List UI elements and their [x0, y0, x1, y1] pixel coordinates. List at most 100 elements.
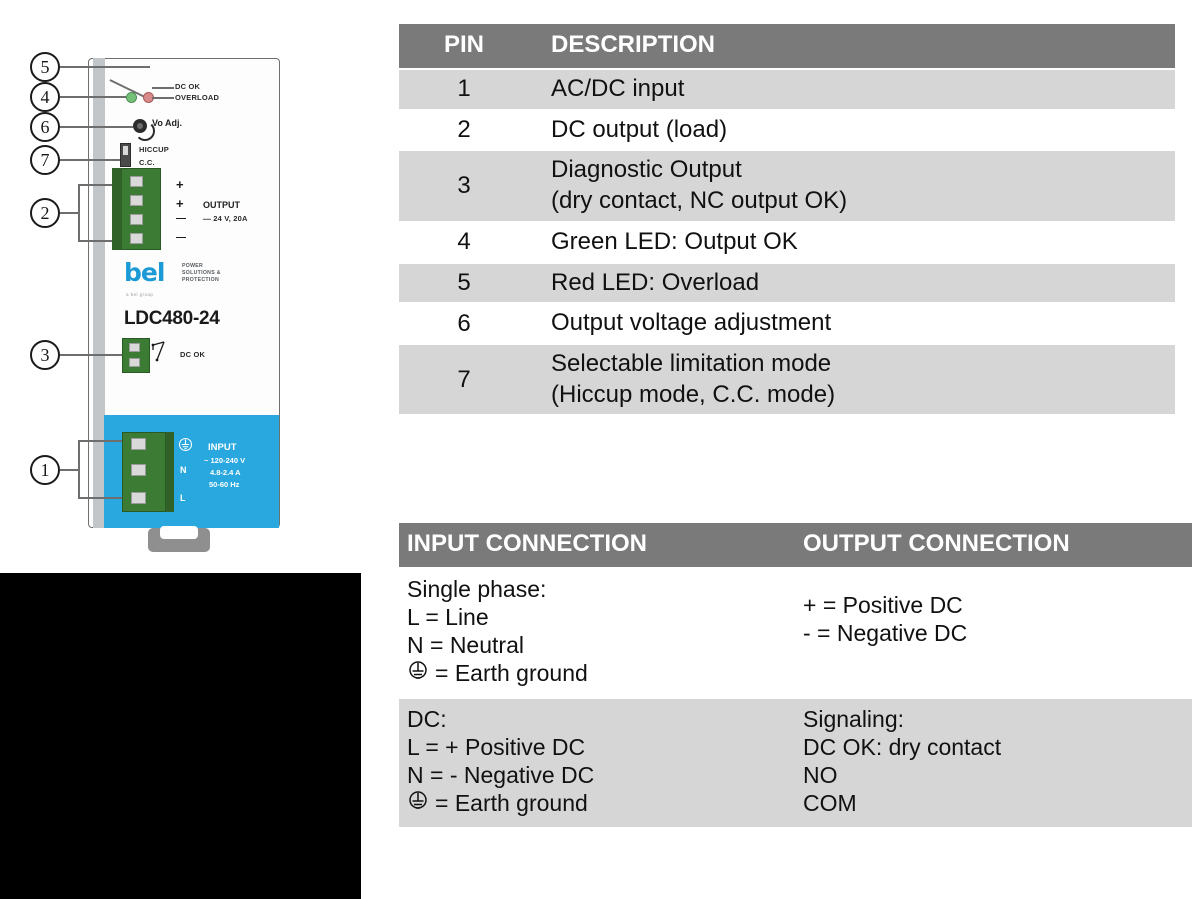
- callout-4-leader-line: [60, 96, 128, 98]
- pin-description-line1: AC/DC input: [551, 75, 685, 102]
- black-filler-block: [0, 573, 361, 899]
- pin-table-header-row: PIN DESCRIPTION: [399, 24, 1175, 70]
- callout-1-leader-line: [60, 469, 78, 471]
- pin-column-header: PIN: [399, 24, 529, 70]
- hiccup-cc-selector-switch: [120, 143, 131, 167]
- table-row: 6 Output voltage adjustment: [399, 303, 1175, 346]
- earth-ground-icon-device: [178, 437, 193, 452]
- cc-label: C.C.: [139, 158, 155, 167]
- dc-ok-screw-1: [129, 343, 140, 352]
- callout-5: 5: [30, 52, 60, 82]
- description-column-header: DESCRIPTION: [529, 24, 1175, 70]
- output-pin-sign-1: +: [176, 177, 184, 192]
- input-pin-line-label: L: [180, 493, 186, 503]
- table-row: 3 Diagnostic Output (dry contact, NC out…: [399, 150, 1175, 223]
- output-screw-4: [130, 233, 143, 244]
- output-pin-sign-2: +: [176, 196, 184, 211]
- pin-description-line1: Output voltage adjustment: [551, 309, 832, 337]
- dc-input-line4-text: = Earth ground: [435, 790, 588, 817]
- callout-1: 1: [30, 455, 60, 485]
- output-connection-column-header: OUTPUT CONNECTION: [789, 523, 1192, 569]
- dc-symbol-output: ⎯⎯: [203, 214, 211, 223]
- table-row: 4 Green LED: Output OK: [399, 221, 1175, 264]
- callout-2: 2: [30, 198, 60, 228]
- signaling-line3: NO: [803, 762, 838, 789]
- output-pin-sign-4: —: [176, 232, 186, 243]
- callout-6: 6: [30, 112, 60, 142]
- input-screw-line: [131, 492, 146, 504]
- output-spec-label: ⎯⎯ 24 V, 20A: [203, 214, 248, 224]
- pin-description: Green LED: Output OK: [529, 221, 1175, 264]
- pin-number: 2: [399, 109, 529, 152]
- input-title-label: INPUT: [208, 442, 237, 453]
- model-name-label: LDC480-24: [124, 308, 220, 329]
- bel-tagline-line2: SOLUTIONS &: [182, 270, 221, 277]
- bel-group-text: a bel group: [126, 292, 154, 297]
- pin-description: Selectable limitation mode (Hiccup mode,…: [529, 344, 1175, 417]
- table-row: 2 DC output (load): [399, 109, 1175, 152]
- dc-ok-screw-2: [129, 358, 140, 367]
- dc-input-line3: N = - Negative DC: [407, 762, 595, 789]
- output-pin-sign-3: —: [176, 213, 186, 224]
- pin-description-line1: Green LED: Output OK: [551, 227, 798, 255]
- output-screw-3: [130, 214, 143, 225]
- dc-output-connection-cell: + = Positive DC - = Negative DC: [789, 568, 1192, 700]
- callout-6-leader-line: [60, 126, 133, 128]
- output-spec-text: 24 V, 20A: [213, 214, 248, 223]
- ac-input-line3: N = Neutral: [407, 632, 524, 659]
- hiccup-label: HICCUP: [139, 145, 169, 154]
- connection-table-header-row: INPUT CONNECTION OUTPUT CONNECTION: [399, 523, 1192, 569]
- overload-led-label: OVERLOAD: [175, 93, 220, 102]
- pin-description-line2: (dry contact, NC output OK): [551, 187, 848, 215]
- dc-input-line2: L = + Positive DC: [407, 734, 586, 761]
- table-row: DC: L = + Positive DC N = - Negative DC …: [399, 698, 1192, 830]
- pin-number: 3: [399, 150, 529, 223]
- bel-tagline-line1: POWER: [182, 263, 204, 269]
- pin-number: 4: [399, 221, 529, 264]
- input-connection-column-header: INPUT CONNECTION: [399, 523, 789, 569]
- earth-ground-icon: [409, 661, 427, 679]
- input-voltage-text: 120-240 V: [210, 456, 246, 465]
- output-title-label: OUTPUT: [203, 200, 240, 210]
- callout-1-bracket: [78, 440, 80, 498]
- table-row: 5 Red LED: Overload: [399, 262, 1175, 305]
- callout-2-leader-line: [60, 212, 78, 214]
- input-terminal-shroud: [166, 432, 174, 512]
- pin-number: 1: [399, 69, 529, 111]
- din-rail-clip: [148, 526, 210, 552]
- table-row: Single phase: L = Line N = Neutral = Ear…: [399, 568, 1192, 700]
- dc-ok-signal-label: DC OK: [180, 350, 206, 359]
- input-pin-neutral-label: N: [180, 465, 187, 475]
- signaling-line1: Signaling:: [803, 706, 905, 733]
- pin-description: Red LED: Overload: [529, 262, 1175, 305]
- pin-description-line1: Red LED: Overload: [551, 268, 760, 296]
- input-current-label: 4.8-2.4 A: [210, 468, 241, 477]
- connection-table: INPUT CONNECTION OUTPUT CONNECTION Singl…: [399, 523, 1192, 830]
- signaling-line2: DC OK: dry contact: [803, 734, 1002, 761]
- pin-description: AC/DC input: [529, 69, 1175, 111]
- input-voltage-label: ~ 120-240 V: [204, 456, 245, 465]
- pin-description-table: PIN DESCRIPTION 1 AC/DC input 2 DC outpu…: [399, 24, 1175, 417]
- pin-description-line2: (Hiccup mode, C.C. mode): [551, 380, 836, 408]
- output-screw-2: [130, 195, 143, 206]
- callout-7-leader-line: [60, 159, 120, 161]
- dc-output-line1: + = Positive DC: [803, 592, 963, 618]
- pin-number: 7: [399, 344, 529, 417]
- pin-description: Diagnostic Output (dry contact, NC outpu…: [529, 150, 1175, 223]
- callout-7: 7: [30, 145, 60, 175]
- product-photo-panel: 5 4 DC OK OVERLOAD 6 Vo Adj. 7 HICCUP C.…: [0, 0, 390, 580]
- table-row: 7 Selectable limitation mode (Hiccup mod…: [399, 344, 1175, 417]
- pin-description-line1: Diagnostic Output: [551, 156, 742, 184]
- signaling-output-connection-cell: Signaling: DC OK: dry contact NO COM: [789, 698, 1192, 830]
- ac-symbol-input: ~: [204, 456, 209, 465]
- pin-description-line1: Selectable limitation mode: [551, 350, 832, 378]
- dc-output-line2: - = Negative DC: [803, 620, 968, 647]
- ac-input-line4-text: = Earth ground: [435, 660, 588, 687]
- dc-input-connection-cell: DC: L = + Positive DC N = - Negative DC …: [399, 698, 789, 830]
- ac-input-line1: Single phase:: [407, 576, 547, 602]
- pin-description: Output voltage adjustment: [529, 303, 1175, 346]
- ac-input-connection-cell: Single phase: L = Line N = Neutral = Ear…: [399, 568, 789, 700]
- dry-contact-symbol-icon: [151, 341, 165, 362]
- input-frequency-label: 50-60 Hz: [209, 480, 240, 489]
- callout-3: 3: [30, 340, 60, 370]
